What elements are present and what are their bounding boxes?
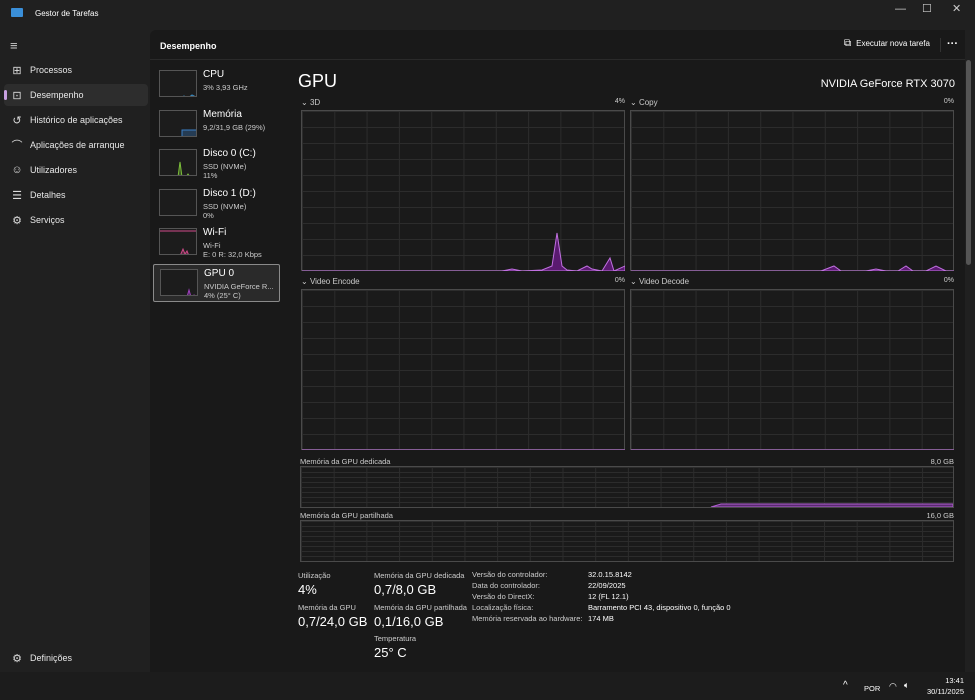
users-icon: ☺ — [11, 164, 23, 176]
shared-memory-graph — [300, 520, 954, 562]
device-thumbnail — [159, 228, 197, 255]
hamburger-menu-icon[interactable]: ≡ — [10, 38, 18, 53]
device-thumbnail — [160, 269, 198, 296]
performance-icon: ⊡ — [12, 89, 22, 102]
history-icon: ↺ — [12, 114, 22, 127]
info-key: Versão do DirectX: — [472, 592, 535, 601]
processes-icon: ⊞ — [12, 64, 22, 77]
engine-label-2[interactable]: ⌄ Video Encode — [301, 277, 360, 286]
app-logo-icon — [11, 8, 23, 17]
sidebar-item-3[interactable]: ⌒ Aplicações de arranque — [4, 134, 148, 156]
engine-usage-line — [631, 265, 954, 271]
temp-label: Temperatura — [374, 634, 417, 643]
info-value: 32.0.15.8142 — [588, 570, 632, 579]
device-item-1[interactable]: Memória 9,2/31,9 GB (29%) — [153, 106, 280, 144]
dedicated-memory-label: Memória da GPU dedicada — [300, 457, 391, 466]
info-value: 174 MB — [588, 614, 614, 623]
info-value: 22/09/2025 — [588, 581, 626, 590]
minimize-button[interactable]: — — [895, 3, 906, 15]
maximize-button[interactable]: ☐ — [922, 2, 932, 15]
util-value: 4% — [298, 582, 317, 597]
device-item-3[interactable]: Disco 1 (D:) SSD (NVMe) 0% — [153, 185, 280, 223]
engine-graph-1 — [630, 110, 954, 271]
shared-value: 0,1/16,0 GB — [374, 614, 444, 629]
sidebar-item-2[interactable]: ↺ Histórico de aplicações — [4, 109, 148, 131]
engine-label-1[interactable]: ⌄ Copy — [630, 98, 658, 107]
info-key: Data do controlador: — [472, 581, 540, 590]
gpu-mem-value: 0,7/24,0 GB — [298, 614, 368, 629]
close-button[interactable]: ✕ — [952, 2, 961, 15]
chevron-up-icon[interactable]: ^ — [843, 680, 848, 691]
dedicated-memory-fill — [710, 503, 953, 507]
taskbar: ^ POR ◠ 🔈︎ 13:41 30/11/2025 — [0, 672, 975, 700]
startup-icon: ⌒ — [11, 140, 23, 152]
device-item-0[interactable]: CPU 3% 3,93 GHz — [153, 66, 280, 104]
clock-time[interactable]: 13:41 — [920, 676, 964, 685]
info-key: Localização física: — [472, 603, 534, 612]
clock-date[interactable]: 30/11/2025 — [915, 687, 964, 696]
page-title: Desempenho — [160, 41, 217, 51]
engine-label-3[interactable]: ⌄ Video Decode — [630, 277, 689, 286]
sidebar-item-5[interactable]: ☰ Detalhes — [4, 184, 148, 206]
dedicated-memory-max: 8,0 GB — [930, 457, 954, 466]
device-thumbnail — [159, 70, 197, 97]
services-icon: ⚙ — [12, 214, 22, 227]
sidebar-item-0[interactable]: ⊞ Processos — [4, 59, 148, 81]
ded-label: Memória da GPU dedicada — [374, 571, 465, 580]
more-options-button[interactable]: ··· — [947, 38, 958, 50]
engine-graph-2 — [301, 289, 625, 450]
temp-value: 25° C — [374, 645, 407, 660]
dedicated-memory-graph — [300, 466, 954, 508]
volume-icon[interactable]: 🔈︎ — [904, 680, 909, 691]
sidebar-item-settings[interactable]: ⚙ Definições — [4, 647, 148, 669]
ded-value: 0,7/8,0 GB — [374, 582, 437, 597]
engine-label-0[interactable]: ⌄ 3D — [301, 98, 320, 107]
sidebar-item-1[interactable]: ⊡ Desempenho — [4, 84, 148, 106]
engine-usage-line — [302, 232, 625, 271]
gpu-mem-label: Memória da GPU — [298, 603, 356, 612]
engine-value-2: 0% — [614, 277, 625, 284]
engine-value-0: 4% — [614, 98, 625, 105]
scrollbar-thumb[interactable] — [966, 60, 971, 265]
engine-graph-3 — [630, 289, 954, 450]
language-indicator[interactable]: POR — [864, 684, 880, 693]
header: Desempenho ⧉ Executar nova tarefa ··· — [150, 30, 965, 60]
gpu-title: GPU — [298, 71, 338, 91]
engine-value-1: 0% — [943, 98, 954, 105]
app-title: Gestor de Tarefas — [35, 9, 99, 18]
title-bar: Gestor de Tarefas — ☐ ✕ — [0, 0, 975, 30]
device-item-2[interactable]: Disco 0 (C:) SSD (NVMe) 11% — [153, 145, 280, 183]
run-task-icon: ⧉ — [844, 38, 852, 49]
info-key: Versão do controlador: — [472, 570, 548, 579]
info-key: Memória reservada ao hardware: — [472, 614, 583, 623]
engine-value-3: 0% — [943, 277, 954, 284]
wifi-icon[interactable]: ◠ — [889, 681, 897, 692]
shared-memory-max: 16,0 GB — [926, 511, 954, 520]
sidebar-item-4[interactable]: ☺ Utilizadores — [4, 159, 148, 181]
shared-label: Memória da GPU partilhada — [374, 603, 467, 612]
device-thumbnail — [159, 110, 197, 137]
shared-memory-label: Memória da GPU partilhada — [300, 511, 393, 520]
device-item-5[interactable]: GPU 0 NVIDIA GeForce R... 4% (25° C) — [153, 264, 280, 302]
run-new-task-button[interactable]: ⧉ Executar nova tarefa — [844, 38, 930, 49]
util-label: Utilização — [298, 571, 331, 580]
sidebar-item-6[interactable]: ⚙ Serviços — [4, 209, 148, 231]
device-thumbnail — [159, 189, 197, 216]
device-item-4[interactable]: Wi-Fi Wi-Fi E: 0 R: 32,0 Kbps — [153, 224, 280, 262]
divider — [940, 38, 941, 52]
details-icon: ☰ — [12, 189, 22, 202]
engine-graph-0 — [301, 110, 625, 271]
info-value: 12 (FL 12.1) — [588, 592, 629, 601]
device-thumbnail — [159, 149, 197, 176]
info-value: Barramento PCI 43, dispositivo 0, função… — [588, 603, 731, 612]
gpu-name: NVIDIA GeForce RTX 3070 — [820, 78, 955, 90]
gear-icon: ⚙ — [12, 652, 22, 665]
